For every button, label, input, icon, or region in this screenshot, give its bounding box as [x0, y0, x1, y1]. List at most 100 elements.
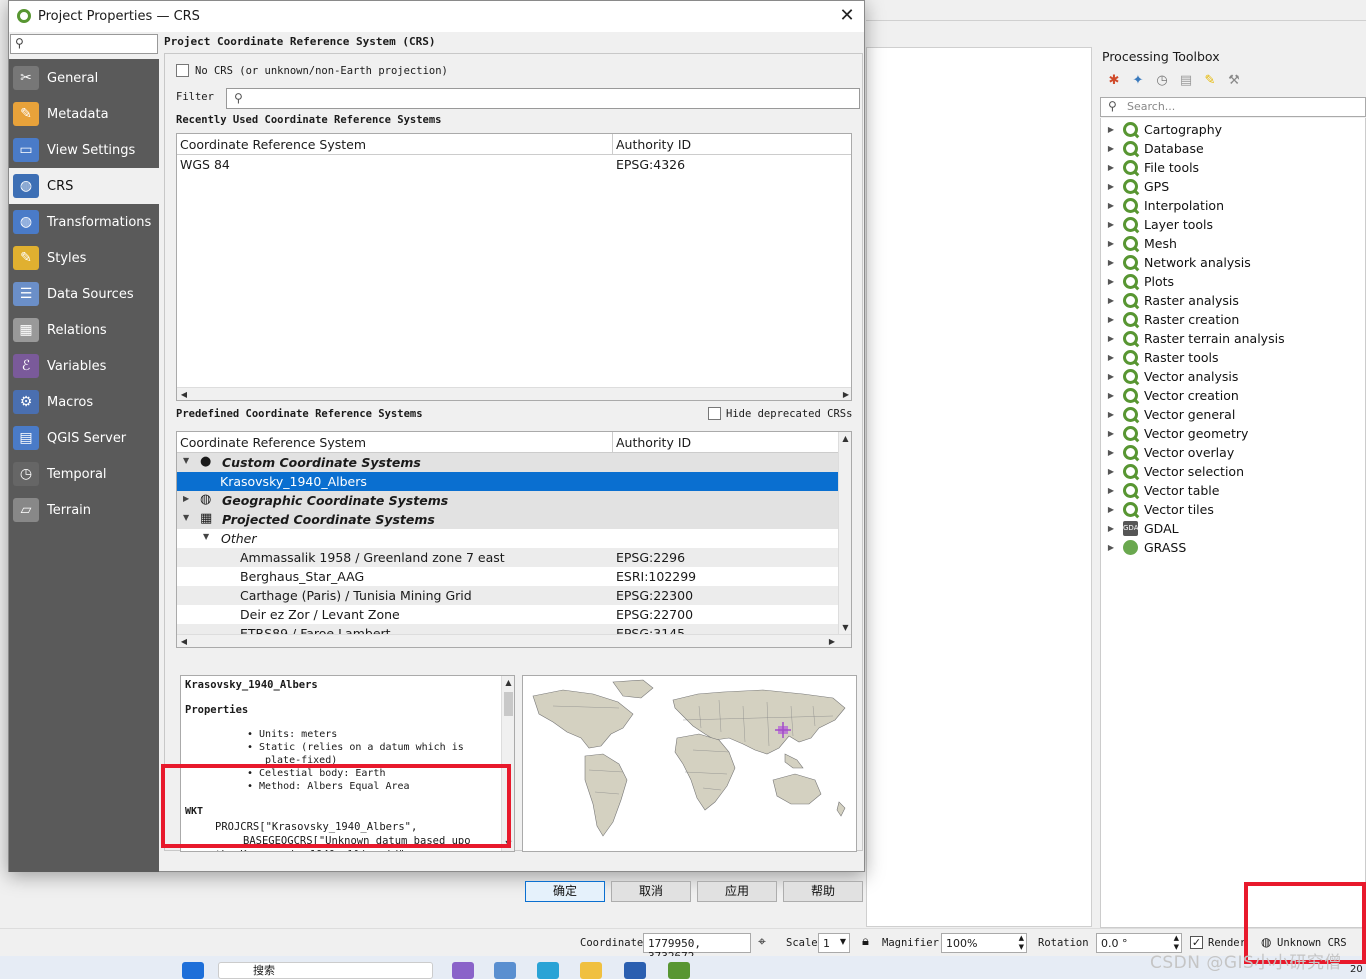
chevron-right-icon[interactable]: ▶ — [1101, 277, 1121, 286]
toolbox-group-file-tools[interactable]: ▶ File tools — [1101, 158, 1365, 177]
table-row[interactable]: Deir ez Zor / Levant Zone EPSG:22700 — [177, 605, 838, 624]
sidebar-item-terrain[interactable]: ▱ Terrain — [9, 492, 159, 528]
toolbox-group-interpolation[interactable]: ▶ Interpolation — [1101, 196, 1365, 215]
toolbox-group-vector-selection[interactable]: ▶ Vector selection — [1101, 462, 1365, 481]
sidebar-item-temporal[interactable]: ◷ Temporal — [9, 456, 159, 492]
toolbox-group-grass[interactable]: ▶ GRASS — [1101, 538, 1365, 557]
chevron-right-icon[interactable]: ▶ — [1101, 258, 1121, 267]
chevron-right-icon[interactable]: ▶ — [1101, 372, 1121, 381]
sidebar-item-crs[interactable]: ◍ CRS — [9, 168, 159, 204]
apply-button[interactable]: 应用 — [697, 881, 777, 902]
chevron-right-icon[interactable]: ▶ — [1101, 543, 1121, 552]
options-icon[interactable]: ⚒ — [1224, 72, 1244, 90]
map-canvas[interactable] — [866, 47, 1092, 927]
chevron-right-icon[interactable]: ▶ — [1101, 220, 1121, 229]
chevron-right-icon[interactable]: ▶ — [183, 494, 189, 503]
help-button[interactable]: 帮助 — [783, 881, 863, 902]
toolbox-group-raster-tools[interactable]: ▶ Raster tools — [1101, 348, 1365, 367]
magnifier-spinbox[interactable]: 100% ▲ ▼ — [941, 933, 1027, 953]
cancel-button[interactable]: 取消 — [611, 881, 691, 902]
toolbox-group-vector-creation[interactable]: ▶ Vector creation — [1101, 386, 1365, 405]
chevron-right-icon[interactable]: ▶ — [1101, 353, 1121, 362]
toolbox-group-vector-overlay[interactable]: ▶ Vector overlay — [1101, 443, 1365, 462]
toolbox-group-raster-analysis[interactable]: ▶ Raster analysis — [1101, 291, 1365, 310]
chevron-right-icon[interactable]: ▶ — [1101, 296, 1121, 305]
toolbox-group-gps[interactable]: ▶ GPS — [1101, 177, 1365, 196]
table-row[interactable]: Berghaus_Star_AAG ESRI:102299 — [177, 567, 838, 586]
tree-category-row[interactable]: ▶ ◍ Geographic Coordinate Systems — [177, 491, 838, 510]
tree-category-row[interactable]: ▼ ▦ Projected Coordinate Systems — [177, 510, 838, 529]
toolbox-group-vector-table[interactable]: ▶ Vector table — [1101, 481, 1365, 500]
table-row[interactable]: ▼ Other — [177, 529, 838, 548]
sidebar-item-styles[interactable]: ✎ Styles — [9, 240, 159, 276]
toolbox-group-gdal[interactable]: ▶ GDAL GDAL — [1101, 519, 1365, 538]
chevron-right-icon[interactable]: ▶ — [1101, 334, 1121, 343]
horizontal-scrollbar[interactable]: ◀ ▶ — [177, 387, 851, 400]
sidebar-item-variables[interactable]: ℰ Variables — [9, 348, 159, 384]
toolbox-group-database[interactable]: ▶ Database — [1101, 139, 1365, 158]
chevron-down-icon[interactable]: ▼ — [203, 532, 209, 541]
chevron-right-icon[interactable]: ▶ — [1101, 410, 1121, 419]
chevron-right-icon[interactable]: ▶ — [1101, 429, 1121, 438]
chevron-right-icon[interactable]: ▶ — [1101, 486, 1121, 495]
mouse-toggle-icon[interactable]: ⌖ — [758, 934, 766, 950]
app-icon[interactable] — [494, 962, 516, 979]
folder-icon[interactable] — [580, 962, 602, 979]
word-icon[interactable] — [624, 962, 646, 979]
history-icon[interactable]: ◷ — [1152, 72, 1172, 90]
coordinate-field[interactable]: 1779950, 3732672 — [643, 933, 751, 963]
hide-deprecated-checkbox[interactable] — [708, 407, 721, 420]
chevron-down-icon[interactable]: ▼ — [183, 456, 189, 465]
chevron-down-icon[interactable]: ▼ — [183, 513, 189, 522]
table-row[interactable]: Ammassalik 1958 / Greenland zone 7 east E… — [177, 548, 838, 567]
toolbox-group-raster-creation[interactable]: ▶ Raster creation — [1101, 310, 1365, 329]
chevron-right-icon[interactable]: ▶ — [1101, 201, 1121, 210]
toolbox-group-network-analysis[interactable]: ▶ Network analysis — [1101, 253, 1365, 272]
toolbox-group-vector-general[interactable]: ▶ Vector general — [1101, 405, 1365, 424]
chevron-right-icon[interactable]: ▶ — [1101, 315, 1121, 324]
sidebar-search-input[interactable]: ⚲ — [10, 34, 158, 54]
chevron-right-icon[interactable]: ▶ — [1101, 505, 1121, 514]
sidebar-item-general[interactable]: ✂ General — [9, 60, 159, 96]
chevron-right-icon[interactable]: ▶ — [1101, 182, 1121, 191]
results-icon[interactable]: ▤ — [1176, 72, 1196, 90]
chevron-right-icon[interactable]: ▶ — [1101, 239, 1121, 248]
chevron-right-icon[interactable]: ▶ — [1101, 163, 1121, 172]
table-row[interactable]: Krasovsky_1940_Albers — [177, 472, 838, 491]
chevron-right-icon[interactable]: ▶ — [1101, 144, 1121, 153]
toolbox-group-plots[interactable]: ▶ Plots — [1101, 272, 1365, 291]
chevron-right-icon[interactable]: ▶ — [1101, 524, 1121, 533]
sidebar-item-transformations[interactable]: ◍ Transformations — [9, 204, 159, 240]
toolbox-group-raster-terrain-analysis[interactable]: ▶ Raster terrain analysis — [1101, 329, 1365, 348]
qgis-taskbar-icon[interactable] — [668, 962, 690, 979]
toolbox-group-vector-analysis[interactable]: ▶ Vector analysis — [1101, 367, 1365, 386]
toolbox-group-mesh[interactable]: ▶ Mesh — [1101, 234, 1365, 253]
sidebar-item-data-sources[interactable]: ☰ Data Sources — [9, 276, 159, 312]
toolbox-group-layer-tools[interactable]: ▶ Layer tools — [1101, 215, 1365, 234]
close-icon[interactable]: ✕ — [834, 4, 860, 28]
app-icon[interactable] — [452, 962, 474, 979]
taskbar-search[interactable]: 搜索 — [218, 962, 433, 979]
chevron-right-icon[interactable]: ▶ — [1101, 391, 1121, 400]
horizontal-scrollbar[interactable]: ◀ ▶ — [177, 634, 851, 647]
toolbox-search-input[interactable]: ⚲ Search... — [1100, 97, 1366, 117]
gears-icon[interactable]: ✱ — [1104, 72, 1124, 90]
vertical-scrollbar[interactable]: ▲ ▼ — [838, 432, 851, 635]
chevron-right-icon[interactable]: ▶ — [1101, 125, 1121, 134]
sidebar-item-qgis-server[interactable]: ▤ QGIS Server — [9, 420, 159, 456]
chevron-right-icon[interactable]: ▶ — [1101, 467, 1121, 476]
no-crs-checkbox[interactable] — [176, 64, 189, 77]
tree-category-row[interactable]: ▼ ● Custom Coordinate Systems — [177, 453, 838, 472]
table-row[interactable]: Carthage (Paris) / Tunisia Mining Grid EP… — [177, 586, 838, 605]
chevron-right-icon[interactable]: ▶ — [1101, 448, 1121, 457]
ok-button[interactable]: 确定 — [525, 881, 605, 902]
start-icon[interactable] — [182, 962, 204, 979]
lock-icon[interactable]: 🔒︎ — [862, 934, 869, 949]
edge-icon[interactable] — [537, 962, 559, 979]
scale-combo[interactable]: 1 ▼ — [818, 933, 850, 953]
edit-icon[interactable]: ✎ — [1200, 72, 1220, 90]
sidebar-item-metadata[interactable]: ✎ Metadata — [9, 96, 159, 132]
toolbox-group-vector-tiles[interactable]: ▶ Vector tiles — [1101, 500, 1365, 519]
filter-input[interactable]: ⚲ — [226, 88, 860, 109]
toolbox-group-cartography[interactable]: ▶ Cartography — [1101, 120, 1365, 139]
